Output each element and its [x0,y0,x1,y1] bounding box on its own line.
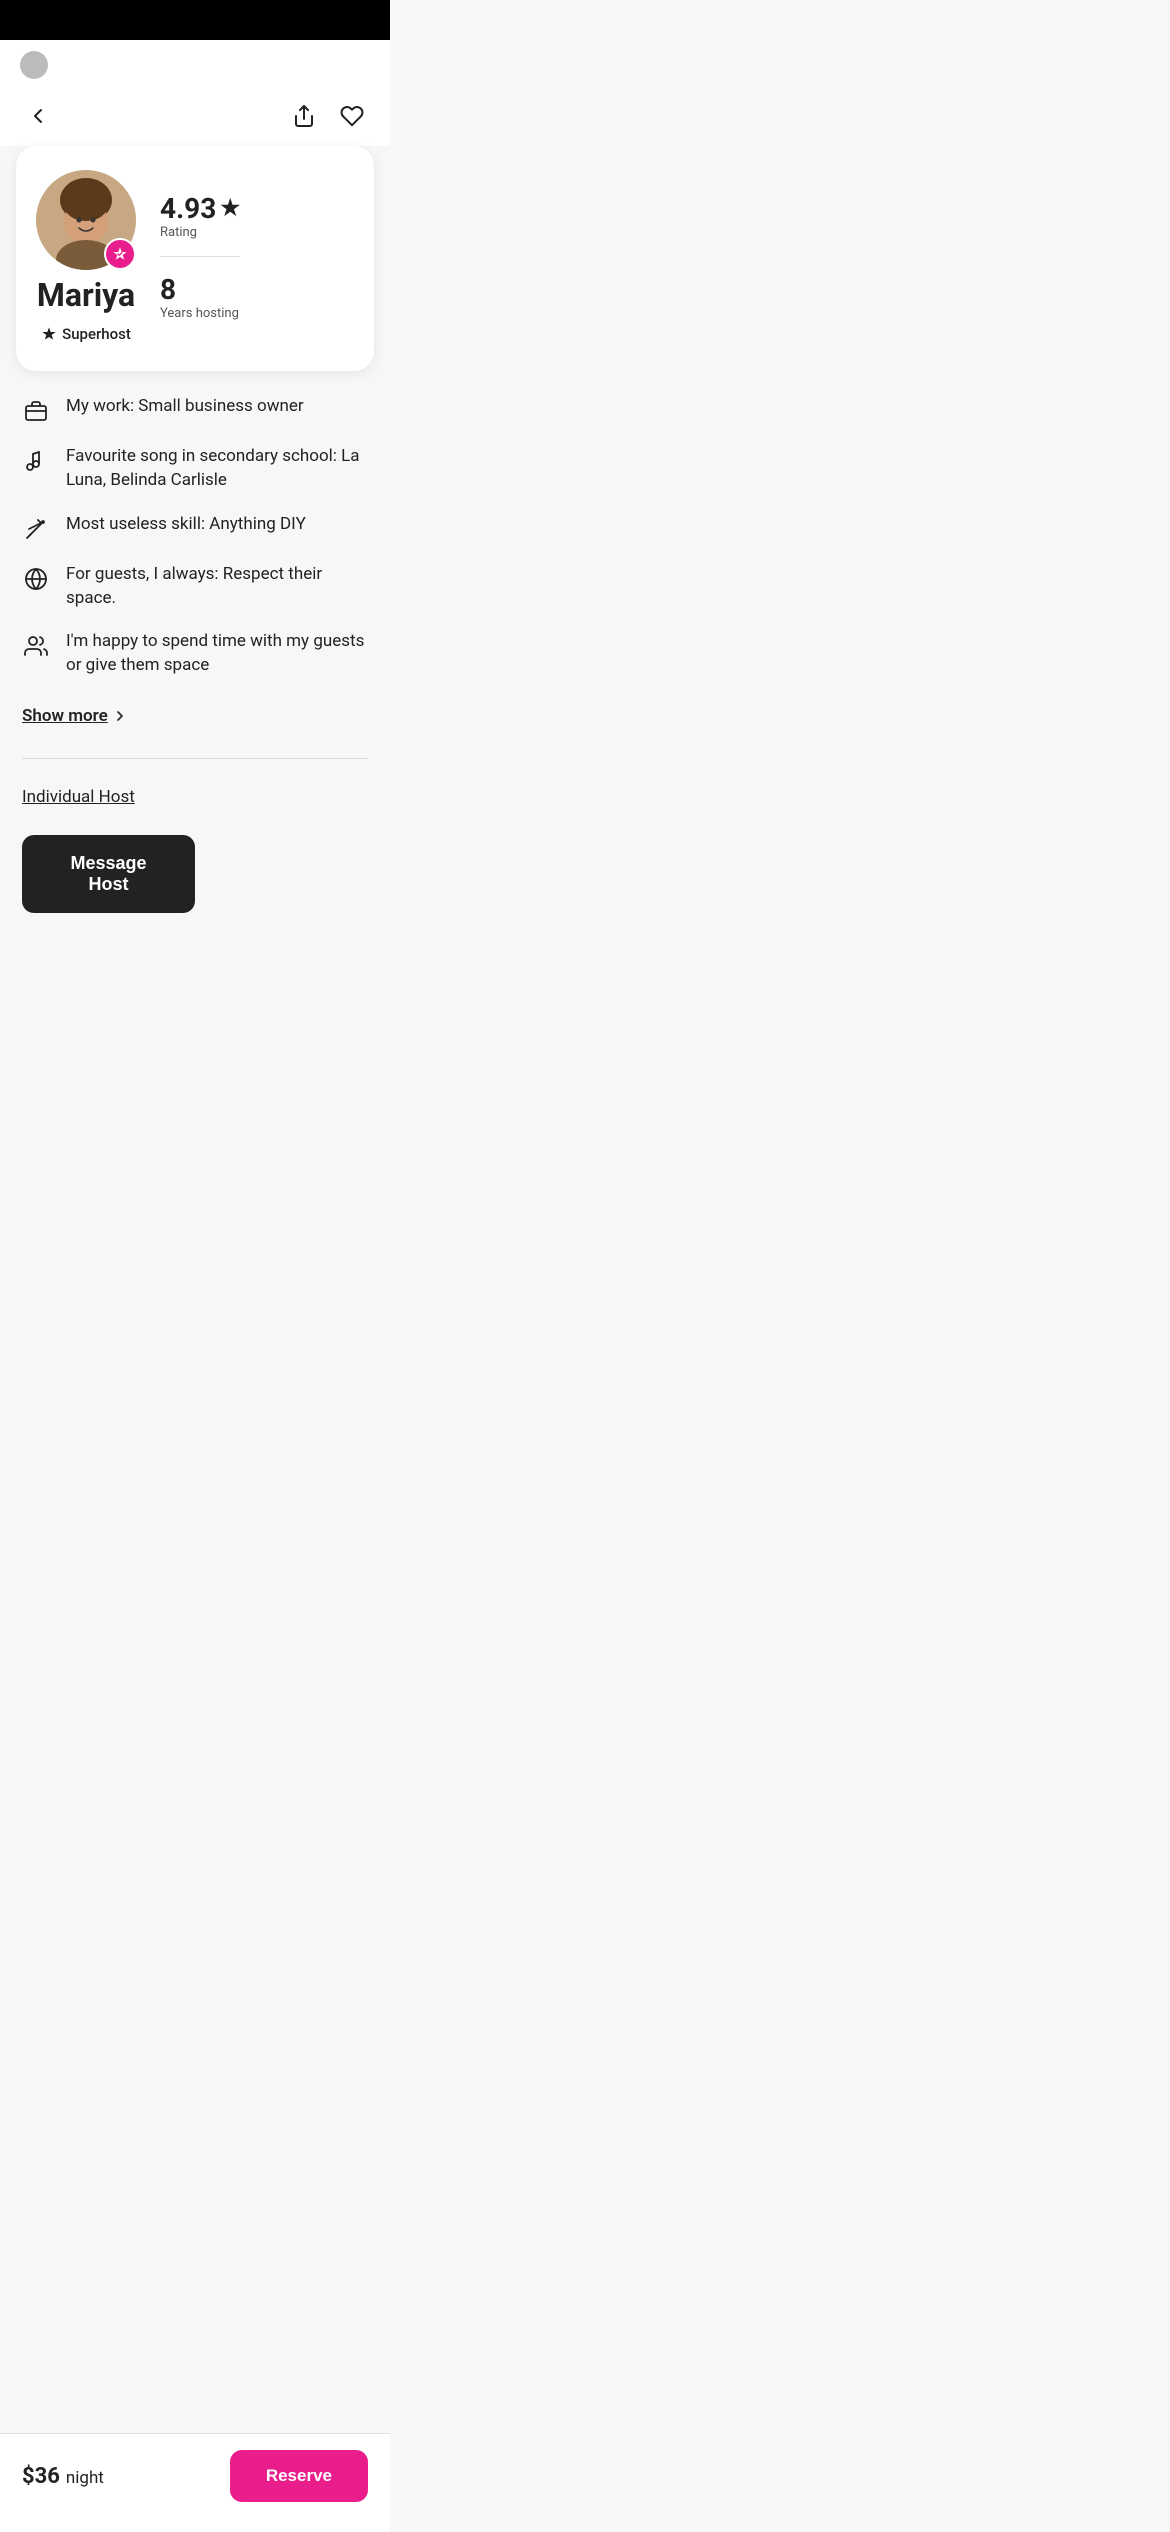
message-host-section: Message Host [0,835,390,913]
info-text-skill: Most useless skill: Anything DIY [66,513,306,537]
section-divider [22,758,368,759]
music-icon [22,447,50,475]
wand-icon [22,515,50,543]
dish-icon [22,565,50,593]
nav-bar [0,90,390,146]
show-more-link[interactable]: Show more [22,706,128,726]
favorite-button[interactable] [336,100,368,132]
bottom-bar: $36 night Reserve [0,2433,390,2532]
info-text-guests: For guests, I always: Respect their spac… [66,563,368,611]
reserve-button[interactable]: Reserve [230,2450,368,2502]
info-item-work: My work: Small business owner [22,395,368,425]
status-dot [20,51,48,79]
info-item-guests: For guests, I always: Respect their spac… [22,563,368,611]
individual-host-link[interactable]: Individual Host [22,787,135,807]
info-text-time: I'm happy to spend time with my guests o… [66,630,368,678]
avatar [36,170,136,270]
share-button[interactable] [288,100,320,132]
superhost-label: Superhost [41,325,131,343]
info-list: My work: Small business owner Favourite … [0,395,390,678]
superhost-badge-icon [104,238,136,270]
info-item-skill: Most useless skill: Anything DIY [22,513,368,543]
rating-stat: 4.93 ★ Rating [160,192,240,240]
show-more-section: Show more [0,706,390,726]
star-icon: ★ [220,196,240,221]
price-info: $36 night [22,2464,104,2489]
price-period: night [66,2468,104,2488]
profile-stats: 4.93 ★ Rating 8 Years hosting [160,192,240,321]
info-text-work: My work: Small business owner [66,395,304,419]
status-bar [0,40,390,90]
people-icon [22,632,50,660]
years-hosting-stat: 8 Years hosting [160,273,240,321]
info-text-music: Favourite song in secondary school: La L… [66,445,368,493]
individual-host-section: Individual Host [0,787,390,807]
briefcase-icon [22,397,50,425]
profile-card: Mariya Superhost 4.93 ★ Rating 8 Years h… [16,146,374,371]
host-name: Mariya [37,278,135,313]
info-item-time: I'm happy to spend time with my guests o… [22,630,368,678]
message-host-button[interactable]: Message Host [22,835,195,913]
price-amount: $36 [22,2464,60,2489]
top-status-bar [0,0,390,40]
back-button[interactable] [22,100,54,132]
info-item-music: Favourite song in secondary school: La L… [22,445,368,493]
